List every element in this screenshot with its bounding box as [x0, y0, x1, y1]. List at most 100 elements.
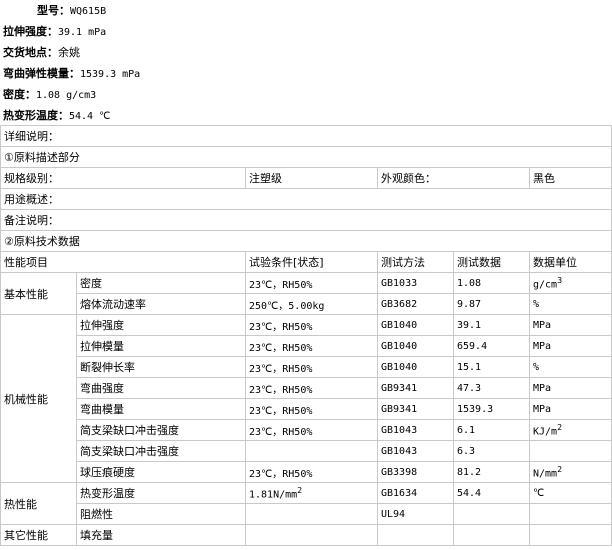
table-row: 简支梁缺口冲击强度 23℃，RH50% GB1043 6.1 KJ/m2 [1, 419, 612, 441]
unit-cell: MPa [528, 335, 612, 357]
property-cell-text: 热变形温度 [80, 487, 135, 500]
usage-row: 用途概述： [0, 188, 612, 210]
unit-cell-text: N/mm [533, 468, 558, 480]
condition-cell: 23℃，RH50% [245, 419, 378, 441]
unit-superscript: 2 [557, 464, 563, 475]
property-cell-text: 拉伸强度 [80, 319, 124, 332]
condition-cell-text: 23℃，RH50% [249, 363, 313, 375]
property-cell: 简支梁缺口冲击强度 [76, 440, 246, 462]
unit-cell-text: MPa [533, 319, 552, 331]
condition-cell: 23℃，RH50% [245, 314, 378, 336]
value-cell: 39.1 [453, 314, 530, 336]
unit-cell-text: MPa [533, 403, 552, 415]
condition-cell-text: 23℃，RH50% [249, 426, 313, 438]
condition-cell-text: 23℃，RH50% [249, 405, 313, 417]
value-cell-text: 6.1 [457, 424, 476, 436]
method-cell: GB3398 [377, 461, 454, 483]
value-cell-text: 1539.3 [457, 403, 494, 415]
property-cell-text: 断裂伸长率 [80, 361, 135, 374]
model-label: 型号： [37, 4, 70, 17]
method-cell [377, 524, 454, 546]
condition-cell: 23℃，RH50% [245, 356, 378, 378]
unit-cell-text: % [533, 298, 540, 310]
unit-superscript: 2 [557, 422, 563, 433]
delivery-value: 余姚 [58, 46, 80, 59]
method-cell: GB3682 [377, 293, 454, 315]
condition-cell: 23℃，RH50% [245, 398, 378, 420]
tensile-label: 拉伸强度： [3, 25, 58, 38]
method-cell: GB1634 [377, 482, 454, 504]
hdt-value: 54.4 ℃ [69, 111, 111, 122]
model-value: WQ615B [70, 6, 107, 17]
flex-modulus-label: 弯曲弹性模量： [3, 67, 80, 80]
unit-cell-text: MPa [533, 340, 552, 352]
method-cell-text: GB9341 [381, 382, 418, 394]
method-cell: GB9341 [377, 377, 454, 399]
group-name: 其它性能 [0, 524, 77, 546]
section1-row: ①原料描述部分 [0, 146, 612, 168]
unit-cell [528, 440, 612, 462]
unit-cell-text: % [533, 361, 540, 373]
property-cell-text: 弯曲强度 [80, 382, 124, 395]
method-cell-text: UL94 [381, 508, 406, 520]
delivery-label: 交货地点： [3, 46, 58, 59]
property-cell: 拉伸模量 [76, 335, 246, 357]
table-row: 球压痕硬度 23℃，RH50% GB3398 81.2 N/mm2 [1, 461, 612, 483]
group-name: 机械性能 [0, 314, 77, 483]
unit-cell: N/mm2 [528, 461, 612, 483]
property-cell: 弯曲模量 [76, 398, 246, 420]
value-cell: 6.3 [453, 440, 530, 462]
section2-heading: ②原料技术数据 [0, 230, 612, 252]
property-cell: 简支梁缺口冲击强度 [76, 419, 246, 441]
product-summary: 型号：WQ615B 拉伸强度：39.1 mPa 交货地点：余姚 弯曲弹性模量：1… [0, 0, 612, 126]
condition-cell: 23℃，RH50% [245, 272, 378, 294]
density-value: 1.08 g/cm3 [36, 90, 97, 101]
method-cell-text: GB3398 [381, 466, 418, 478]
method-cell: GB1040 [377, 356, 454, 378]
condition-cell [245, 440, 378, 462]
flex-modulus-value: 1539.3 mPa [80, 69, 141, 80]
hdt-label: 热变形温度： [3, 109, 69, 122]
method-cell-text: GB9341 [381, 403, 418, 415]
method-cell: UL94 [377, 503, 454, 525]
property-cell-text: 阻燃性 [80, 508, 113, 521]
property-cell: 热变形温度 [76, 482, 246, 504]
value-cell [453, 524, 530, 546]
value-cell-text: 15.1 [457, 361, 482, 373]
method-cell-text: GB1040 [381, 319, 418, 331]
method-cell: GB1040 [377, 314, 454, 336]
method-cell-text: GB1043 [381, 424, 418, 436]
summary-hdt-row: 热变形温度：54.4 ℃ [0, 105, 612, 126]
method-cell: GB1043 [377, 419, 454, 441]
table-row: 拉伸模量 23℃，RH50% GB1040 659.4 MPa [1, 335, 612, 357]
property-cell-text: 球压痕硬度 [80, 466, 135, 479]
value-cell: 54.4 [453, 482, 530, 504]
property-cell: 阻燃性 [76, 503, 246, 525]
table-header-row: 性能项目 试验条件[状态] 测试方法 测试数据 数据单位 [0, 251, 612, 273]
property-cell-text: 简支梁缺口冲击强度 [80, 445, 179, 458]
method-cell: GB1043 [377, 440, 454, 462]
unit-cell-text: KJ/m [533, 426, 558, 438]
header-value: 测试数据 [453, 251, 530, 273]
unit-cell: MPa [528, 398, 612, 420]
unit-cell [528, 524, 612, 546]
unit-cell: % [528, 293, 612, 315]
value-cell: 47.3 [453, 377, 530, 399]
summary-model-row: 型号：WQ615B [0, 0, 612, 21]
group-name: 基本性能 [0, 272, 77, 315]
table-row: 热性能 热变形温度 1.81N/mm2 GB1634 54.4 ℃ [0, 482, 612, 525]
property-cell: 弯曲强度 [76, 377, 246, 399]
property-cell: 球压痕硬度 [76, 461, 246, 483]
condition-cell-text: 23℃，RH50% [249, 321, 313, 333]
condition-cell-text: 23℃，RH50% [249, 342, 313, 354]
density-label: 密度： [3, 88, 36, 101]
table-row: 弯曲强度 23℃，RH50% GB9341 47.3 MPa [1, 377, 612, 399]
unit-cell: MPa [528, 377, 612, 399]
unit-cell: KJ/m2 [528, 419, 612, 441]
summary-delivery-row: 交货地点：余姚 [0, 42, 612, 63]
property-cell: 填充量 [76, 524, 246, 546]
value-cell: 81.2 [453, 461, 530, 483]
property-cell-text: 熔体流动速率 [80, 298, 146, 311]
unit-cell: % [528, 356, 612, 378]
unit-cell-text: MPa [533, 382, 552, 394]
